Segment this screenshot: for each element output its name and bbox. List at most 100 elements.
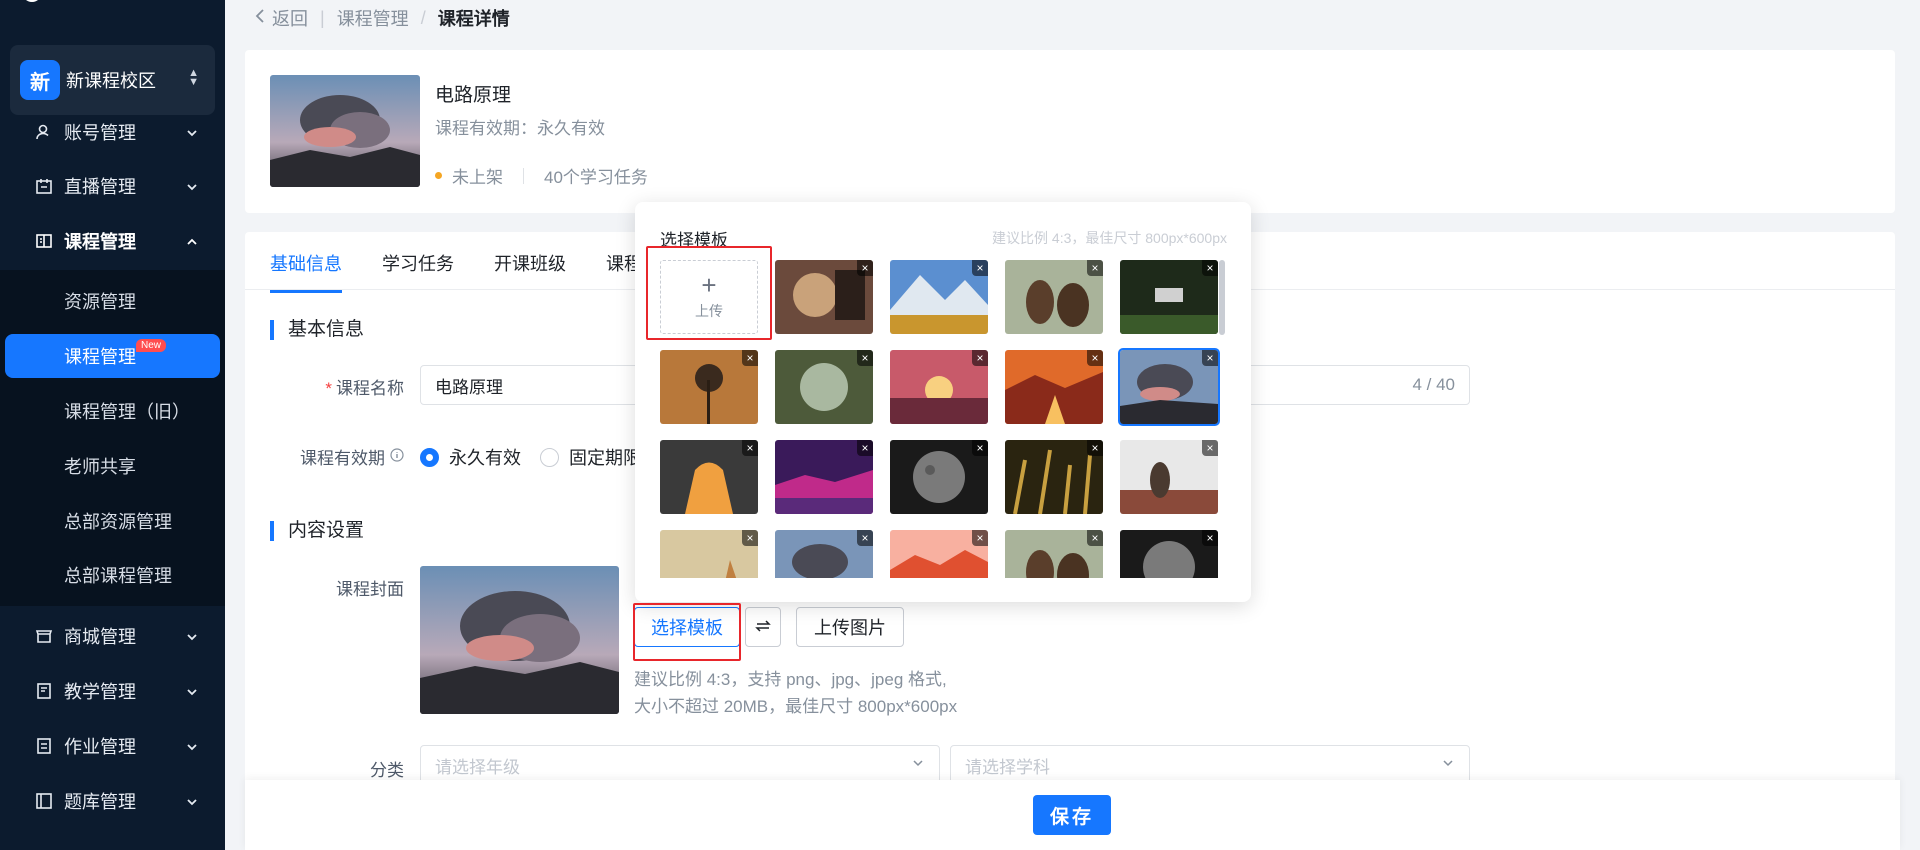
- template-popover: 选择模板 建议比例 4:3，最佳尺寸 800px*600px + 上传 × × …: [635, 202, 1251, 602]
- book-icon: [34, 231, 54, 251]
- remove-icon[interactable]: ×: [972, 350, 988, 366]
- tab-bar: 基础信息 学习任务 开课班级 课程: [270, 250, 682, 293]
- sidebar-item-live[interactable]: 直播管理: [0, 164, 225, 208]
- back-icon[interactable]: [254, 8, 266, 29]
- sidebar-subitem-course-old[interactable]: 课程管理（旧）: [0, 389, 225, 433]
- remove-icon[interactable]: ×: [742, 350, 758, 366]
- breadcrumb-parent[interactable]: 课程管理: [337, 5, 409, 31]
- save-button[interactable]: 保存: [1033, 795, 1111, 835]
- tab-learning-tasks[interactable]: 学习任务: [382, 250, 454, 293]
- remove-icon[interactable]: ×: [1202, 530, 1218, 546]
- template-thumbnail[interactable]: ×: [775, 260, 873, 334]
- remove-icon[interactable]: ×: [1202, 350, 1218, 366]
- template-thumbnail[interactable]: ×: [775, 530, 873, 578]
- tab-classes[interactable]: 开课班级: [494, 250, 566, 293]
- template-thumbnail[interactable]: ×: [660, 530, 758, 578]
- sidebar-item-homework[interactable]: 作业管理: [0, 724, 225, 768]
- sidebar-subitem-resource[interactable]: 资源管理: [0, 279, 225, 323]
- sidebar-item-label: 题库管理: [64, 792, 136, 812]
- chevron-down-icon: [185, 628, 199, 649]
- remove-icon[interactable]: ×: [1087, 440, 1103, 456]
- sidebar-item-label: 商城管理: [64, 627, 136, 647]
- sidebar-item-question-bank[interactable]: 题库管理: [0, 779, 225, 823]
- upload-template-cell[interactable]: + 上传: [660, 260, 758, 334]
- template-grid: + 上传 × × × × × × × × × × × × × × × × × ×…: [660, 260, 1220, 578]
- template-thumbnail[interactable]: ×: [890, 350, 988, 424]
- remove-icon[interactable]: ×: [742, 530, 758, 546]
- template-thumbnail[interactable]: ×: [890, 530, 988, 578]
- sidebar-subitem-hq-course[interactable]: 总部课程管理: [0, 553, 225, 597]
- back-link[interactable]: 返回: [272, 5, 308, 31]
- sidebar-item-shop[interactable]: 商城管理: [0, 614, 225, 658]
- remove-icon[interactable]: ×: [972, 530, 988, 546]
- upload-label: 上传: [695, 303, 723, 319]
- grade-select[interactable]: 请选择年级: [420, 745, 940, 785]
- template-thumbnail[interactable]: ×: [1005, 260, 1103, 334]
- tab-basic-info[interactable]: 基础信息: [270, 250, 342, 293]
- remove-icon[interactable]: ×: [742, 440, 758, 456]
- remove-icon[interactable]: ×: [972, 260, 988, 276]
- template-thumbnail[interactable]: ×: [1005, 440, 1103, 514]
- sidebar-subitem-course[interactable]: 课程管理 New: [5, 334, 220, 378]
- template-thumbnail-selected[interactable]: ×: [1118, 348, 1220, 426]
- popover-scrollbar[interactable]: [1219, 260, 1225, 335]
- template-thumbnail[interactable]: ×: [660, 350, 758, 424]
- cover-image: [420, 566, 619, 714]
- sidebar-item-account[interactable]: 账号管理: [0, 110, 225, 154]
- new-badge: New: [136, 339, 167, 352]
- remove-icon[interactable]: ×: [857, 260, 873, 276]
- char-count: 4 / 40: [1412, 375, 1455, 394]
- homework-icon: [34, 736, 54, 756]
- sidebar-item-label: 课程管理: [64, 232, 136, 252]
- sidebar-subitem-label: 总部课程管理: [64, 566, 172, 586]
- template-thumbnail[interactable]: ×: [1120, 260, 1218, 334]
- radio-permanent[interactable]: 永久有效: [420, 444, 521, 470]
- sidebar-subitem-label: 老师共享: [64, 457, 136, 477]
- plus-icon: +: [701, 270, 717, 300]
- chevron-down-icon: [185, 124, 199, 145]
- template-thumbnail[interactable]: ×: [890, 440, 988, 514]
- swap-button[interactable]: [745, 607, 781, 647]
- remove-icon[interactable]: ×: [857, 350, 873, 366]
- template-thumbnail[interactable]: ×: [660, 440, 758, 514]
- sidebar-item-course[interactable]: 课程管理: [0, 219, 225, 263]
- course-name-value: 电路原理: [435, 377, 503, 397]
- remove-icon[interactable]: ×: [857, 530, 873, 546]
- remove-icon[interactable]: ×: [1087, 350, 1103, 366]
- sidebar-item-teaching[interactable]: 教学管理: [0, 669, 225, 713]
- remove-icon[interactable]: ×: [1087, 530, 1103, 546]
- remove-icon[interactable]: ×: [857, 440, 873, 456]
- course-thumbnail: [270, 75, 420, 187]
- course-validity: 课程有效期：永久有效: [435, 119, 605, 138]
- divider: [523, 167, 524, 184]
- radio-label: 固定期限: [569, 448, 641, 468]
- subject-select[interactable]: 请选择学科: [950, 745, 1470, 785]
- template-thumbnail[interactable]: ×: [1005, 530, 1103, 578]
- course-name-label: * 课程名称: [325, 379, 404, 398]
- section-title-content: 内容设置: [270, 521, 364, 541]
- sidebar-subitem-hq-resource[interactable]: 总部资源管理: [0, 499, 225, 543]
- template-thumbnail[interactable]: ×: [775, 440, 873, 514]
- template-thumbnail[interactable]: ×: [1120, 530, 1218, 578]
- campus-switcher[interactable]: 新 新课程校区 ▲ ▼: [10, 45, 215, 115]
- remove-icon[interactable]: ×: [1202, 440, 1218, 456]
- radio-label: 永久有效: [449, 448, 521, 468]
- template-thumbnail[interactable]: ×: [1120, 440, 1218, 514]
- choose-template-button[interactable]: 选择模板: [634, 607, 740, 647]
- grade-placeholder: 请选择年级: [435, 757, 520, 777]
- remove-icon[interactable]: ×: [972, 440, 988, 456]
- radio-fixed-term[interactable]: 固定期限: [540, 444, 641, 470]
- template-thumbnail[interactable]: ×: [890, 260, 988, 334]
- info-icon[interactable]: [390, 447, 404, 467]
- sidebar-subitem-teacher-share[interactable]: 老师共享: [0, 444, 225, 488]
- template-thumbnail[interactable]: ×: [775, 350, 873, 424]
- upload-image-button[interactable]: 上传图片: [796, 607, 904, 647]
- radio-unchecked-icon: [540, 447, 559, 467]
- popover-hint: 建议比例 4:3，最佳尺寸 800px*600px: [992, 230, 1227, 246]
- status-dot: [435, 172, 442, 179]
- breadcrumb-divider: |: [320, 7, 325, 28]
- remove-icon[interactable]: ×: [1202, 260, 1218, 276]
- template-thumbnail[interactable]: ×: [1005, 350, 1103, 424]
- radio-checked-icon: [420, 447, 439, 467]
- remove-icon[interactable]: ×: [1087, 260, 1103, 276]
